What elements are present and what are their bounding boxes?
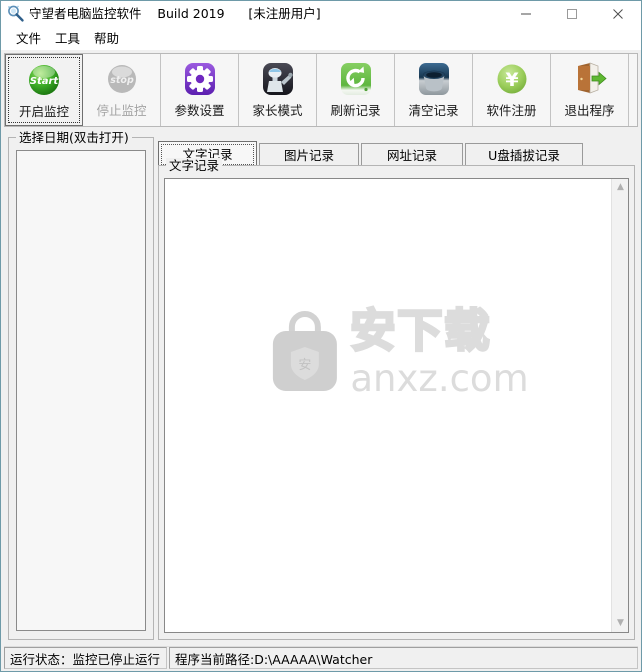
date-listbox[interactable] [16, 150, 146, 631]
tab-url-records[interactable]: 网址记录 [361, 143, 463, 165]
magnifier-icon [5, 3, 27, 25]
svg-text:stop: stop [110, 75, 134, 86]
watermark-text: 安下载 anxz.com [349, 303, 529, 400]
toolbar-button-register[interactable]: ¥ 软件注册 [473, 54, 551, 126]
tab-label-url-records: 网址记录 [386, 148, 437, 163]
watermark: 安 安下载 anxz.com [264, 303, 529, 400]
application-window: 守望者电脑监控软件 Build 2019 [未注册用户] 文件 工具 帮助 St… [0, 0, 642, 672]
menu-item-help[interactable]: 帮助 [87, 29, 126, 48]
toolbar-button-parent-mode[interactable]: 家长模式 [239, 54, 317, 126]
yen-icon: ¥ [492, 59, 532, 99]
exit-door-icon [570, 59, 610, 99]
start-icon: Start [24, 60, 64, 100]
toolbar-label-stop-monitor: 停止监控 [96, 103, 147, 118]
toolbar-label-refresh: 刷新记录 [330, 103, 381, 118]
tab-label-image-records: 图片记录 [283, 148, 334, 163]
robot-icon [258, 59, 298, 99]
title-bar: 守望者电脑监控软件 Build 2019 [未注册用户] [1, 1, 641, 27]
status-run-state: 运行状态：监控已停止运行 [4, 647, 167, 669]
date-selection-title: 选择日期(双击打开) [16, 130, 132, 145]
stop-icon: stop [102, 59, 142, 99]
toolbar-label-register: 软件注册 [486, 103, 537, 118]
text-records-area[interactable]: 安 安下载 anxz.com ▲ ▼ [164, 178, 629, 633]
toolbar: Start 开启监控 stop 停止监控 参数设置 家长模式 刷新记录 清空记录… [4, 53, 638, 127]
scroll-down-icon[interactable]: ▼ [612, 615, 628, 632]
maximize-button[interactable] [549, 1, 595, 27]
watermark-cn: 安下载 [349, 303, 492, 357]
trash-icon [414, 59, 454, 99]
svg-text:安: 安 [298, 358, 311, 373]
refresh-icon [336, 59, 376, 99]
watermark-en: anxz.com [350, 356, 529, 400]
tab-usb-records[interactable]: U盘插拔记录 [465, 143, 583, 165]
anxz-logo-icon: 安 [264, 307, 344, 397]
status-bar: 运行状态：监控已停止运行 程序当前路径:D:\AAAAA\Watcher [4, 646, 638, 669]
text-records-group: 文字记录 安 安下载 anxz.com ▲ ▼ [158, 158, 635, 640]
toolbar-button-stop-monitor[interactable]: stop 停止监控 [83, 54, 161, 126]
toolbar-button-refresh[interactable]: 刷新记录 [317, 54, 395, 126]
window-title: 守望者电脑监控软件 Build 2019 [未注册用户] [29, 6, 321, 21]
toolbar-label-start-monitor: 开启监控 [18, 104, 69, 119]
svg-text:¥: ¥ [505, 69, 518, 91]
toolbar-button-settings[interactable]: 参数设置 [161, 54, 239, 126]
toolbar-button-clear-records[interactable]: 清空记录 [395, 54, 473, 126]
toolbar-spacer [629, 54, 637, 126]
record-tabs: 文字记录 图片记录 网址记录 U盘插拔记录 [158, 141, 638, 165]
toolbar-button-start-monitor[interactable]: Start 开启监控 [5, 54, 83, 126]
gear-icon [180, 59, 220, 99]
tab-label-usb-records: U盘插拔记录 [488, 148, 560, 163]
window-controls [503, 1, 641, 27]
toolbar-label-clear-records: 清空记录 [408, 103, 459, 118]
minimize-button[interactable] [503, 1, 549, 27]
vertical-scrollbar[interactable]: ▲ ▼ [611, 179, 628, 632]
toolbar-label-settings: 参数设置 [174, 103, 225, 118]
toolbar-button-exit[interactable]: 退出程序 [551, 54, 629, 126]
text-records-title: 文字记录 [166, 158, 223, 173]
status-current-path: 程序当前路径:D:\AAAAA\Watcher [169, 647, 638, 669]
menu-item-tools[interactable]: 工具 [48, 29, 87, 48]
toolbar-label-exit: 退出程序 [564, 103, 615, 118]
scroll-up-icon[interactable]: ▲ [612, 179, 628, 196]
date-selection-group: 选择日期(双击打开) [8, 130, 154, 640]
tab-image-records[interactable]: 图片记录 [259, 143, 359, 165]
toolbar-label-parent-mode: 家长模式 [252, 103, 303, 118]
close-button[interactable] [595, 1, 641, 27]
menu-bar: 文件 工具 帮助 [1, 27, 641, 50]
menu-item-file[interactable]: 文件 [9, 29, 48, 48]
svg-text:Start: Start [30, 76, 60, 87]
